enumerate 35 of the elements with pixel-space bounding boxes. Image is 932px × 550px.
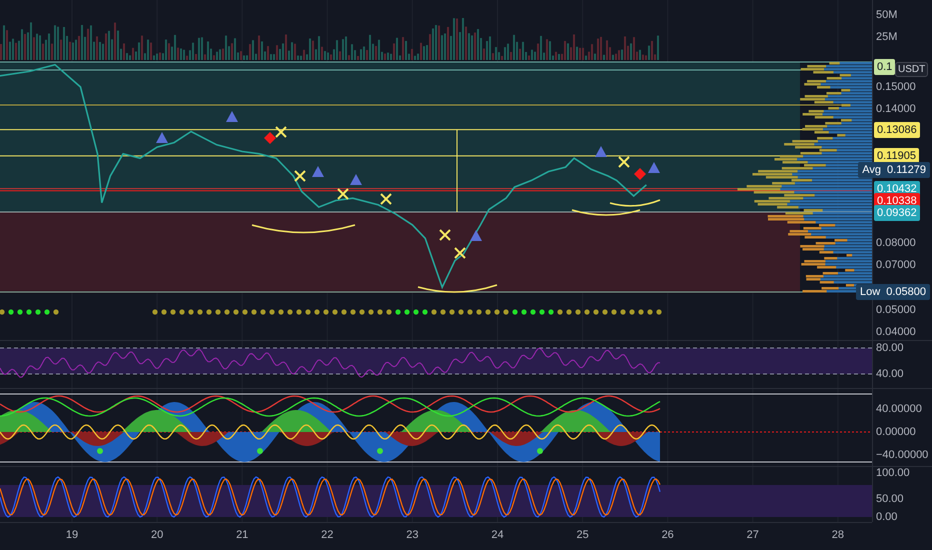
time-axis-label: 26 — [660, 529, 675, 541]
axis-label: 40.00 — [876, 367, 904, 382]
time-axis-label: 21 — [235, 529, 250, 541]
time-axis-label: 19 — [64, 529, 80, 541]
axis-label: 100.00 — [876, 466, 910, 481]
axis-label: 0.05000 — [876, 302, 916, 318]
time-axis-label: 27 — [746, 529, 760, 541]
axis-label: −40.00000 — [876, 448, 928, 463]
price-tag: Avg — [862, 162, 882, 178]
time-axis-label: 23 — [405, 529, 420, 541]
axis-label: 40.00000 — [876, 402, 922, 417]
price-label: 0.09362 — [874, 204, 920, 221]
time-axis-label: 22 — [320, 529, 334, 541]
axis-label: 50.00 — [876, 492, 904, 507]
axis-label: 0.00 — [876, 510, 898, 525]
axis-label: 0.04000 — [876, 324, 916, 340]
axis-label: 0.08000 — [876, 236, 916, 251]
price-value: 0.11279 — [887, 162, 926, 178]
price-label: 0.11905 — [874, 148, 919, 164]
time-axis-label: 25 — [575, 529, 590, 541]
time-axis-label: 28 — [830, 529, 846, 541]
time-axis-label: 24 — [490, 529, 505, 541]
axis-label: 0.14000 — [876, 102, 916, 118]
axis-label: 0.00000 — [876, 425, 916, 440]
price-value: 0.05800 — [886, 284, 926, 300]
price-label: 0.1 — [874, 59, 896, 75]
price-label: 0.13086 — [874, 122, 920, 138]
axis-label: 0.15000 — [876, 80, 916, 95]
time-axis-label: 20 — [150, 529, 164, 541]
axis-label: 80.00 — [876, 341, 904, 356]
axis-label: 25M — [876, 30, 898, 45]
unit-badge: USDT — [895, 62, 928, 77]
axis-label: 0.07000 — [876, 258, 916, 273]
axis-label: 50M — [876, 8, 898, 23]
price-tag: Low — [860, 284, 880, 300]
